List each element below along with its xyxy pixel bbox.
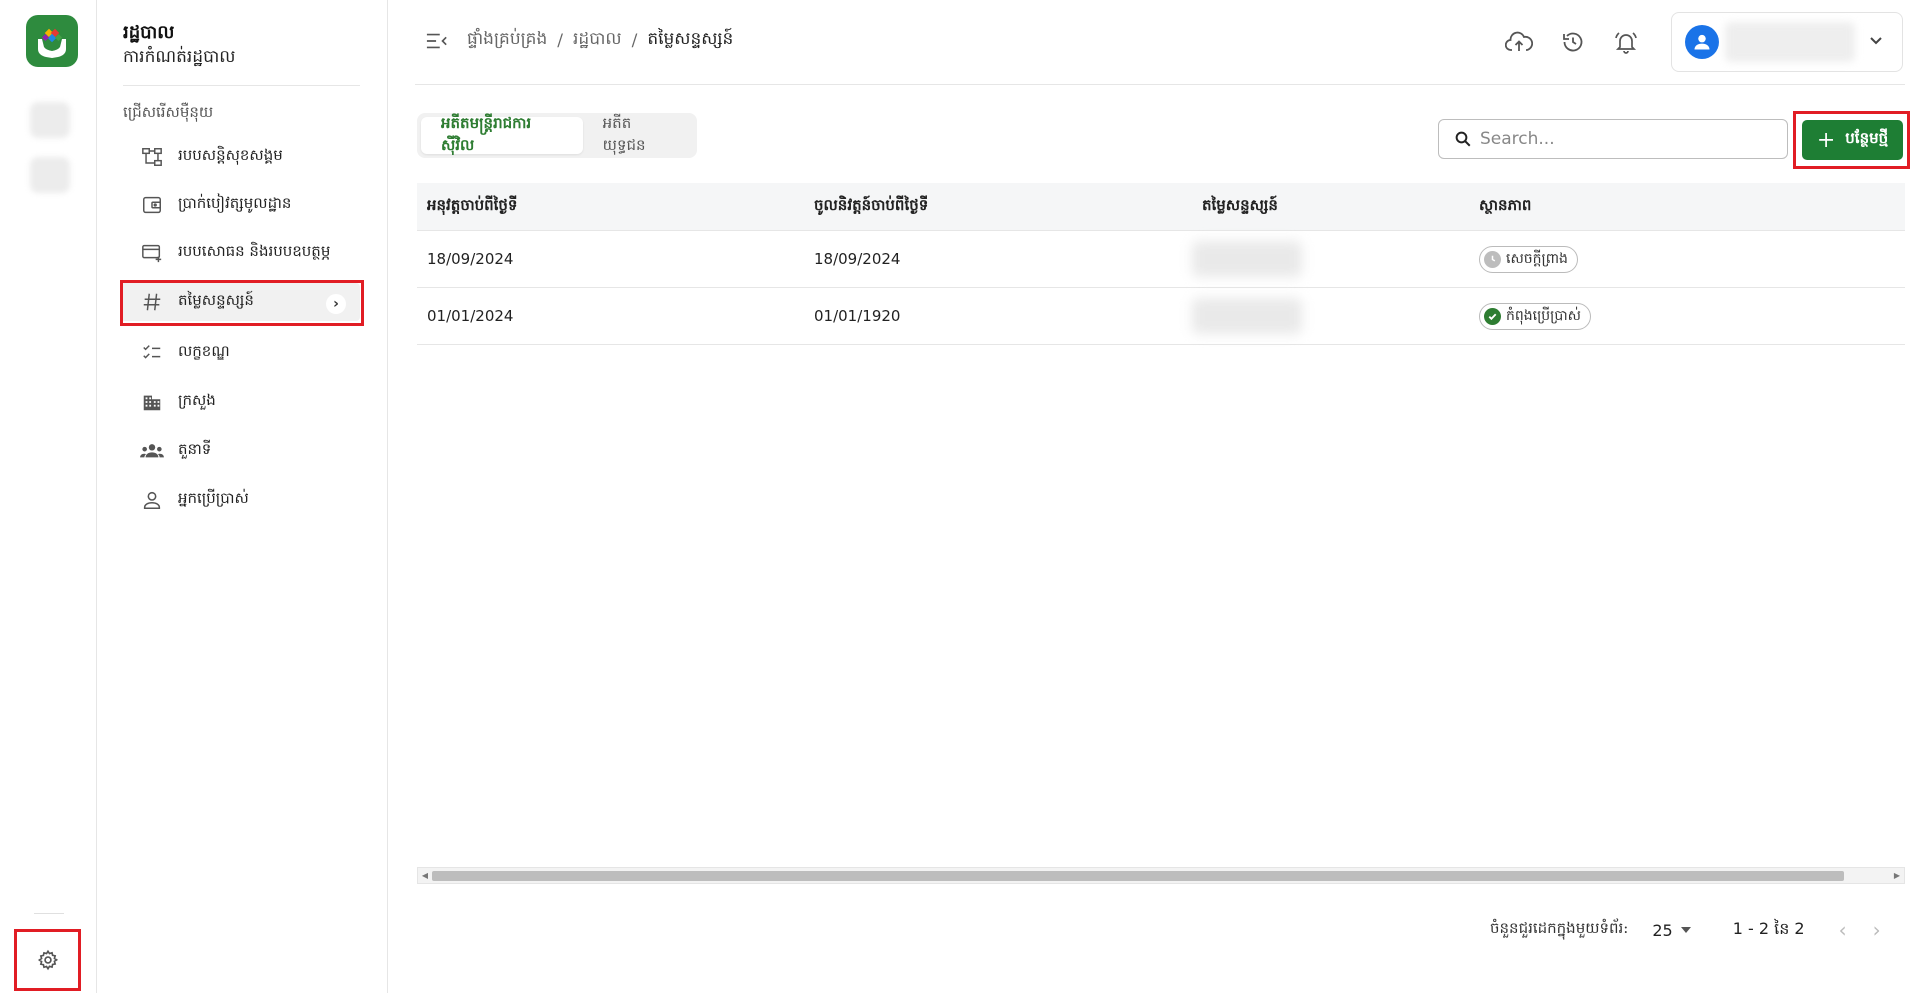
- sidebar-item-roles[interactable]: តួនាទី: [120, 432, 360, 470]
- sidebar-title: រដ្ឋបាល: [123, 22, 175, 43]
- highlight-box: + បន្ថែមថ្មី: [1793, 111, 1910, 169]
- rows-per-page-select[interactable]: 25: [1652, 920, 1691, 940]
- cell-retire-from: 18/09/2024: [814, 250, 901, 268]
- tab-civil-servants[interactable]: អតីតមន្ត្រីរាជការស៊ីវិល: [421, 114, 583, 154]
- rows-per-page-label: ចំនួនជួរដេកក្នុងមួយទំព័រ:: [1490, 919, 1629, 937]
- checklist-icon: [139, 340, 165, 366]
- menu-collapse-button[interactable]: [425, 29, 449, 53]
- history-icon: [1563, 32, 1583, 52]
- cell-index-value-blurred: [1192, 241, 1302, 277]
- breadcrumb-admin[interactable]: រដ្ឋបាល: [573, 28, 622, 53]
- rows-per-page-value: 25: [1652, 920, 1673, 940]
- profile-menu[interactable]: [1671, 12, 1903, 72]
- add-new-button[interactable]: + បន្ថែមថ្មី: [1802, 120, 1903, 160]
- table-header: អនុវត្តចាប់ពីថ្ងៃទី ចូលនិវត្តន៍ចាប់ពីថ្ង…: [417, 183, 1905, 231]
- app-logo[interactable]: [26, 15, 78, 67]
- table-row[interactable]: 01/01/2024 01/01/1920 កំពុងប្រើប្រាស់: [417, 288, 1905, 345]
- avatar: [1685, 25, 1719, 59]
- plus-icon: +: [1816, 127, 1836, 153]
- card-plus-icon: [139, 240, 165, 266]
- notifications-button[interactable]: [1612, 28, 1640, 56]
- column-header-index-value[interactable]: តម្លៃសន្ទស្សន៍: [1202, 196, 1278, 218]
- category-tabs: អតីតមន្ត្រីរាជការស៊ីវិល អតីតយុទ្ធជន: [417, 113, 697, 158]
- highlight-box: [120, 280, 364, 326]
- sidebar-item-label: ប្រាក់បៀវត្សមូលដ្ឋាន: [178, 194, 292, 212]
- group-icon: [139, 438, 165, 464]
- rail-item-blurred[interactable]: [30, 157, 70, 193]
- status-label: សេចក្តីព្រាង: [1506, 250, 1568, 267]
- sidebar-subtitle: ការកំណត់រដ្ឋបាល: [123, 47, 236, 67]
- settings-button[interactable]: [14, 929, 81, 991]
- sidebar-item-users[interactable]: អ្នកប្រើប្រាស់: [120, 481, 360, 519]
- pagination: ចំនួនជួរដេកក្នុងមួយទំព័រ: 25 1 - 2 នៃ 2 …: [1490, 915, 1881, 945]
- breadcrumb: ផ្ទាំងគ្រប់គ្រង / រដ្ឋបាល / តម្លៃសន្ទស្ស…: [467, 28, 733, 53]
- sidebar-item-social-security[interactable]: របបសន្តិសុខសង្គម: [120, 138, 360, 176]
- sidebar-item-label: តួនាទី: [178, 440, 212, 458]
- sidebar-item-pension[interactable]: របបសោធន និងរបបឧបត្ថម្ភ: [120, 234, 360, 272]
- cloud-upload-icon: [1505, 31, 1533, 51]
- column-header-retire-from[interactable]: ចូលនិវត្តន៍ចាប់ពីថ្ងៃទី: [814, 196, 928, 218]
- cell-apply-from: 18/09/2024: [427, 250, 514, 268]
- cell-retire-from: 01/01/1920: [814, 307, 901, 325]
- icon-rail: [0, 0, 97, 993]
- breadcrumb-current: តម្លៃសន្ទស្សន៍: [647, 29, 734, 49]
- gear-icon: [37, 949, 58, 971]
- pagination-range: 1 - 2 នៃ 2: [1732, 919, 1805, 938]
- index-value-table: អនុវត្តចាប់ពីថ្ងៃទី ចូលនិវត្តន៍ចាប់ពីថ្ង…: [417, 183, 1905, 345]
- check-circle-icon: [1484, 307, 1501, 325]
- search-input[interactable]: [1480, 129, 1780, 149]
- search-box: [1438, 119, 1788, 159]
- breadcrumb-separator: /: [631, 30, 638, 51]
- cell-apply-from: 01/01/2024: [427, 307, 514, 325]
- horizontal-scrollbar[interactable]: ◀ ▶: [417, 867, 1905, 884]
- profile-name-blurred: [1725, 22, 1855, 62]
- top-bar: ផ្ទាំងគ្រប់គ្រង / រដ្ឋបាល / តម្លៃសន្ទស្ស…: [415, 0, 1905, 85]
- status-label: កំពុងប្រើប្រាស់: [1506, 307, 1581, 324]
- sidebar-divider: [123, 85, 360, 86]
- sidebar-item-conditions[interactable]: លក្ខខណ្ឌ: [120, 334, 360, 372]
- wallet-icon: [139, 192, 165, 218]
- scrollbar-thumb[interactable]: [432, 871, 1844, 881]
- breadcrumb-dashboard[interactable]: ផ្ទាំងគ្រប់គ្រង: [467, 28, 547, 53]
- sidebar-item-ministry[interactable]: ក្រសួង: [120, 383, 360, 421]
- previous-page-button[interactable]: ‹: [1839, 918, 1847, 942]
- sidebar-item-label: របបសោធន និងរបបឧបត្ថម្ភ: [178, 242, 331, 260]
- cell-index-value-blurred: [1192, 298, 1302, 334]
- caret-down-icon: [1680, 927, 1691, 933]
- sidebar-item-label: របបសន្តិសុខសង្គម: [178, 146, 283, 164]
- building-icon: [139, 389, 165, 415]
- sidebar-item-label: ក្រសួង: [178, 391, 216, 409]
- column-header-apply-from[interactable]: អនុវត្តចាប់ពីថ្ងៃទី: [427, 196, 517, 218]
- scroll-right-icon[interactable]: ▶: [1892, 870, 1902, 881]
- admin-sidebar: រដ្ឋបាល ការកំណត់រដ្ឋបាល ជ្រើសរើសម៉ឺនុយ រ…: [98, 0, 388, 993]
- next-page-button[interactable]: ›: [1873, 918, 1881, 942]
- add-new-label: បន្ថែមថ្មី: [1845, 129, 1889, 147]
- status-badge: សេចក្តីព្រាង: [1479, 245, 1578, 273]
- user-icon: [139, 487, 165, 513]
- table-row[interactable]: 18/09/2024 18/09/2024 សេចក្តីព្រាង: [417, 231, 1905, 288]
- column-header-status[interactable]: ស្ថានភាព: [1479, 196, 1531, 218]
- status-badge: កំពុងប្រើប្រាស់: [1479, 302, 1591, 330]
- menu-open-icon: [426, 33, 447, 49]
- history-button[interactable]: [1559, 28, 1587, 56]
- sidebar-item-label: លក្ខខណ្ឌ: [178, 342, 230, 360]
- rail-divider: [34, 913, 64, 914]
- rail-item-blurred[interactable]: [30, 102, 70, 138]
- breadcrumb-separator: /: [557, 30, 564, 51]
- sidebar-item-label: អ្នកប្រើប្រាស់: [178, 489, 249, 507]
- sidebar-item-base-salary[interactable]: ប្រាក់បៀវត្សមូលដ្ឋាន: [120, 186, 360, 224]
- bell-ring-icon: [1615, 32, 1637, 54]
- sidebar-section-label: ជ្រើសរើសម៉ឺនុយ: [123, 103, 214, 121]
- tab-veterans[interactable]: អតីតយុទ្ធជន: [583, 114, 693, 154]
- upload-button[interactable]: [1505, 28, 1533, 56]
- clock-icon: [1484, 250, 1501, 268]
- scroll-left-icon[interactable]: ◀: [420, 870, 430, 881]
- search-icon: [1455, 131, 1471, 147]
- chevron-down-icon: [1869, 34, 1883, 50]
- schema-icon: [139, 144, 165, 170]
